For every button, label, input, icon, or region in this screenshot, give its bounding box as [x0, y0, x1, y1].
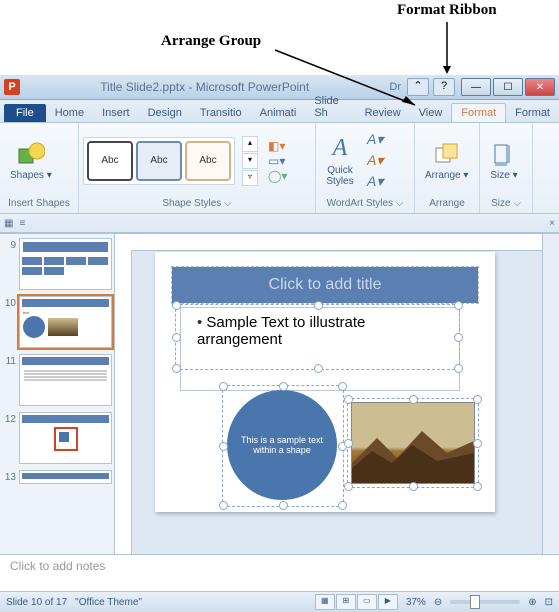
- thumbnail-panel[interactable]: 9 10 text 11 12 13: [0, 234, 115, 554]
- group-size: Size ▾ Size ⌵: [480, 123, 533, 213]
- slide-canvas[interactable]: Click to add title • Sample Text to illu…: [155, 252, 495, 512]
- gallery-up-icon[interactable]: ▴: [242, 136, 258, 152]
- style-preset-3[interactable]: Abc: [185, 141, 231, 181]
- ruler-vertical: [115, 250, 132, 554]
- quick-styles-label: Quick Styles: [326, 165, 353, 187]
- reading-view-button[interactable]: ▭: [357, 594, 377, 610]
- size-label: Size: [490, 170, 509, 181]
- close-button[interactable]: ✕: [525, 78, 555, 96]
- thumbnail-9[interactable]: 9: [2, 238, 112, 290]
- arrange-label: Arrange: [425, 170, 461, 181]
- fit-window-button[interactable]: ⊡: [545, 597, 553, 608]
- selection-frame-body[interactable]: [175, 304, 460, 370]
- arrow-format: [442, 22, 452, 77]
- status-slide-number: Slide 10 of 17: [6, 597, 67, 608]
- shapes-label: Shapes: [10, 170, 44, 181]
- status-theme: "Office Theme": [75, 597, 142, 608]
- gallery-down-icon[interactable]: ▾: [242, 153, 258, 169]
- shapes-icon: [17, 140, 45, 168]
- shape-fill-icon[interactable]: ◧▾: [268, 139, 287, 153]
- arrow-arrange: [275, 50, 425, 110]
- group-wordart: A Quick Styles A▾ A▾ A▾ WordArt Styles ⌵: [316, 123, 415, 213]
- selection-frame-circle[interactable]: [222, 385, 344, 507]
- thumbnail-10[interactable]: 10 text: [2, 296, 112, 348]
- shape-style-gallery[interactable]: Abc Abc Abc: [83, 137, 235, 185]
- group-label-shape-styles: Shape Styles: [162, 198, 221, 209]
- text-fill-icon[interactable]: A▾: [367, 131, 383, 148]
- group-label-wordart: WordArt Styles: [327, 198, 394, 209]
- tab-transitions[interactable]: Transitio: [191, 104, 251, 122]
- tab-format-drawing[interactable]: Format: [451, 103, 506, 122]
- slide-editor[interactable]: Click to add title • Sample Text to illu…: [115, 234, 542, 554]
- arrange-icon: [433, 140, 461, 168]
- title-placeholder[interactable]: Click to add title: [171, 266, 479, 304]
- text-outline-icon[interactable]: A▾: [367, 152, 383, 169]
- zoom-in-button[interactable]: ⊕: [528, 597, 536, 608]
- tab-home[interactable]: Home: [46, 104, 93, 122]
- powerpoint-icon: P: [4, 79, 20, 95]
- view-buttons: ▦ ⊞ ▭ ▶: [315, 594, 398, 610]
- size-button[interactable]: Size ▾: [484, 138, 524, 183]
- tab-insert[interactable]: Insert: [93, 104, 139, 122]
- shapes-button[interactable]: Shapes ▾: [4, 138, 58, 183]
- ribbon: Shapes ▾ Insert Shapes Abc Abc Abc ▴ ▾ ▿…: [0, 123, 559, 214]
- notes-placeholder: Click to add notes: [10, 559, 105, 573]
- outline-tab-icon[interactable]: ≡: [19, 218, 25, 229]
- annotation-arrange: Arrange Group: [161, 33, 261, 50]
- shape-outline-icon[interactable]: ▭▾: [268, 154, 287, 168]
- maximize-button[interactable]: ☐: [493, 78, 523, 96]
- group-label-arrange: Arrange: [419, 196, 475, 211]
- gallery-more-icon[interactable]: ▿: [242, 170, 258, 186]
- text-effects-icon[interactable]: A▾: [367, 173, 383, 190]
- quick-styles-button[interactable]: A Quick Styles: [320, 133, 360, 189]
- tab-file[interactable]: File: [4, 104, 46, 122]
- thumbnail-13[interactable]: 13: [2, 470, 112, 484]
- quick-styles-icon: A: [326, 135, 354, 163]
- ruler-horizontal: [115, 234, 542, 251]
- normal-view-button[interactable]: ▦: [315, 594, 335, 610]
- group-arrange: Arrange ▾ Arrange: [415, 123, 480, 213]
- zoom-level: 37%: [406, 597, 426, 608]
- arrange-button[interactable]: Arrange ▾: [419, 138, 474, 183]
- workspace: 9 10 text 11 12 13: [0, 233, 559, 554]
- sorter-view-button[interactable]: ⊞: [336, 594, 356, 610]
- group-insert-shapes: Shapes ▾ Insert Shapes: [0, 123, 79, 213]
- status-bar: Slide 10 of 17 "Office Theme" ▦ ⊞ ▭ ▶ 37…: [0, 591, 559, 612]
- style-preset-1[interactable]: Abc: [87, 141, 133, 181]
- slides-tab-icon[interactable]: ▦: [4, 218, 13, 229]
- close-panel-icon[interactable]: ×: [549, 218, 555, 229]
- group-shape-styles: Abc Abc Abc ▴ ▾ ▿ ◧▾ ▭▾ ◯▾ Shape Styles …: [79, 123, 316, 213]
- annotation-format: Format Ribbon: [397, 2, 497, 19]
- minimize-button[interactable]: —: [461, 78, 491, 96]
- app-window: P Title Slide2.pptx - Microsoft PowerPoi…: [0, 75, 559, 612]
- notes-pane[interactable]: Click to add notes: [0, 554, 559, 591]
- help-icon[interactable]: ?: [433, 78, 455, 96]
- scrollbar-vertical[interactable]: [542, 234, 559, 554]
- size-icon: [490, 140, 518, 168]
- tab-format-picture[interactable]: Format: [506, 104, 559, 122]
- outline-slides-bar: ▦ ≡ ×: [0, 214, 559, 233]
- zoom-slider[interactable]: [450, 600, 520, 604]
- group-label-insert-shapes: Insert Shapes: [4, 196, 74, 211]
- shape-effects-icon[interactable]: ◯▾: [268, 169, 287, 183]
- tab-design[interactable]: Design: [139, 104, 191, 122]
- slideshow-view-button[interactable]: ▶: [378, 594, 398, 610]
- title-text: Click to add title: [172, 267, 478, 303]
- thumbnail-11[interactable]: 11: [2, 354, 112, 406]
- zoom-out-button[interactable]: ⊖: [434, 597, 442, 608]
- style-preset-2[interactable]: Abc: [136, 141, 182, 181]
- group-label-size: Size: [491, 198, 510, 209]
- selection-frame-picture[interactable]: [347, 398, 479, 488]
- thumbnail-12[interactable]: 12: [2, 412, 112, 464]
